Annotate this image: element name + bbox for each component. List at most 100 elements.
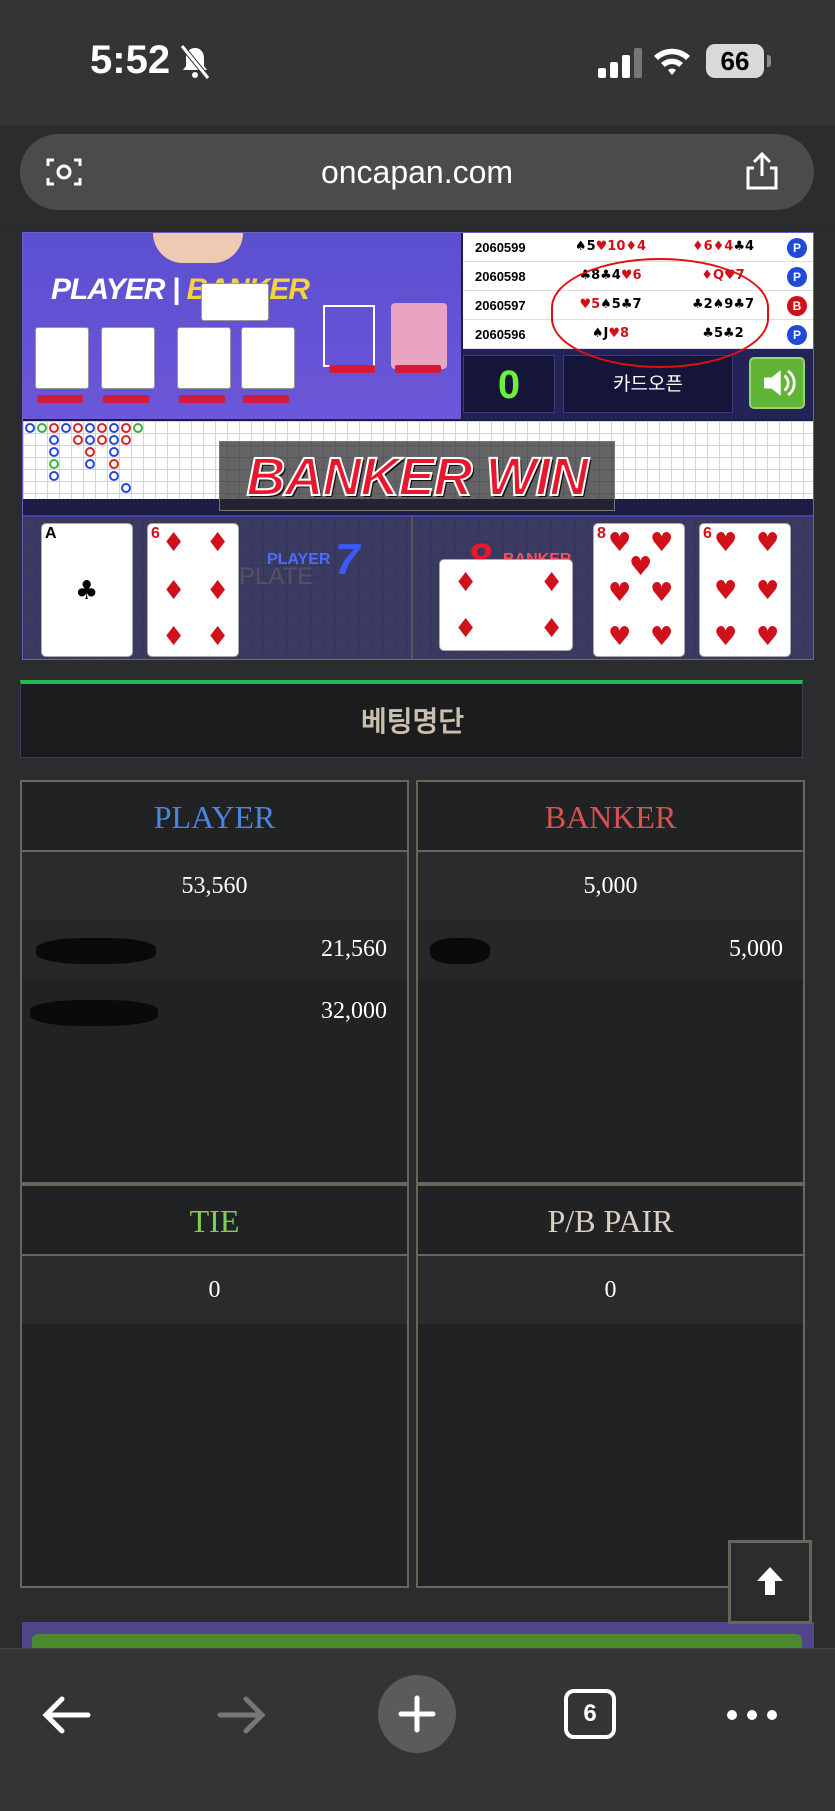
video-card <box>201 283 269 321</box>
tie-panel-title: TIE <box>22 1186 407 1256</box>
bet-amount: 32,000 <box>321 998 387 1024</box>
result-badge: P <box>787 267 807 287</box>
timer-counter: 0 <box>463 355 555 413</box>
footer-green-bar <box>32 1634 802 1648</box>
video-card <box>177 327 231 389</box>
video-card <box>241 327 295 389</box>
heart-icon: ♥ <box>756 576 780 606</box>
road-marker <box>37 423 47 433</box>
road-marker <box>97 435 107 445</box>
road-marker <box>61 423 71 433</box>
banker-hand: ♦6♦4♣4 <box>691 239 755 254</box>
player-hand: ♠5♥10♦4 <box>574 239 647 254</box>
heart-icon: ♥ <box>629 552 653 582</box>
result-badge: P <box>787 325 807 345</box>
tab-count-button[interactable]: 6 <box>564 1689 616 1739</box>
result-divider <box>411 517 413 659</box>
round-id: 2060598 <box>475 269 526 284</box>
road-marker <box>85 459 95 469</box>
diamond-icon: ♦ <box>540 614 564 644</box>
heart-icon: ♥ <box>756 528 780 558</box>
bet-amount: 21,560 <box>321 936 387 962</box>
banker-card-1: ♦ ♦ ♦ ♦ <box>439 559 573 651</box>
video-bar <box>179 395 225 403</box>
wifi-icon <box>654 48 690 75</box>
road-marker <box>49 447 59 457</box>
road-marker <box>49 423 59 433</box>
more-options-icon[interactable] <box>722 1685 782 1745</box>
heart-icon: ♥ <box>608 578 632 608</box>
address-bar[interactable]: oncapan.com <box>20 134 814 210</box>
banker-total: 5,000 <box>418 852 803 920</box>
road-marker <box>85 447 95 457</box>
pair-panel-title: P/B PAIR <box>418 1186 803 1256</box>
round-id: 2060599 <box>475 240 526 255</box>
heart-icon: ♥ <box>756 622 780 652</box>
video-card <box>35 327 89 389</box>
bet-amount: 5,000 <box>729 936 783 962</box>
url-text[interactable]: oncapan.com <box>20 134 814 210</box>
road-marker <box>109 447 119 457</box>
card-shoe <box>391 303 447 369</box>
dealer-hand <box>153 233 243 263</box>
betting-list-title: 베팅명단 <box>360 705 465 738</box>
battery-indicator: 66 <box>706 44 771 78</box>
speaker-icon[interactable] <box>749 357 805 409</box>
scroll-top-button[interactable] <box>728 1540 812 1624</box>
heart-icon: ♥ <box>650 578 674 608</box>
road-marker <box>121 423 131 433</box>
road-marker <box>121 435 131 445</box>
pair-total: 0 <box>418 1256 803 1324</box>
result-panel: PLATE A ♣ 6 ♦ ♦ ♦ ♦ ♦ ♦ PLAYER 7 8 BANKE… <box>23 515 813 659</box>
redacted-username <box>430 938 490 964</box>
history-row: 2060599 ♠5♥10♦4 ♦6♦4♣4 P <box>463 233 813 262</box>
plus-icon <box>398 1695 436 1733</box>
banker-card-2: 8 ♥ ♥ ♥ ♥ ♥ ♥ ♥ <box>593 523 685 657</box>
tie-total: 0 <box>22 1256 407 1324</box>
player-bets-panel: PLAYER 53,560 21,560 32,000 <box>20 780 409 1184</box>
road-marker <box>85 423 95 433</box>
road-marker <box>109 423 119 433</box>
status-bar: 5:52 66 <box>0 0 835 125</box>
banker-card-3: 6 ♥ ♥ ♥ ♥ ♥ ♥ <box>699 523 791 657</box>
share-icon[interactable] <box>742 150 782 192</box>
road-marker <box>73 435 83 445</box>
road-marker <box>49 471 59 481</box>
new-tab-button[interactable] <box>378 1675 456 1753</box>
video-bar <box>37 395 83 403</box>
redacted-username <box>36 938 156 964</box>
heart-icon: ♥ <box>714 622 738 652</box>
banker-win-banner: BANKER WIN <box>219 441 615 511</box>
redacted-username <box>30 1000 158 1026</box>
forward-arrow-icon[interactable] <box>212 1685 272 1745</box>
cellular-signal-icon <box>598 48 642 78</box>
baccarat-game-panel: PLAYER | BANKER 2060599 ♠5♥10♦4 ♦6♦4♣4 P… <box>22 232 814 660</box>
diamond-icon: ♦ <box>206 528 230 558</box>
road-marker <box>121 483 131 493</box>
video-card <box>101 327 155 389</box>
road-marker <box>109 471 119 481</box>
video-bar <box>103 395 149 403</box>
back-arrow-icon[interactable] <box>36 1685 96 1745</box>
road-marker <box>133 423 143 433</box>
player-score: 7 <box>335 535 360 584</box>
result-badge: B <box>787 296 807 316</box>
betting-list-header: 베팅명단 <box>20 680 803 758</box>
video-bar <box>243 395 289 403</box>
pair-bets-panel: P/B PAIR 0 <box>416 1184 805 1588</box>
banker-bets-panel: BANKER 5,000 5,000 <box>416 780 805 1184</box>
live-video-feed: PLAYER | BANKER <box>23 233 461 419</box>
card-rank: 8 <box>597 525 606 542</box>
road-marker <box>97 423 107 433</box>
clock: 5:52 <box>90 38 171 82</box>
arrow-up-icon <box>757 1567 783 1595</box>
player-card-2: 6 ♦ ♦ ♦ ♦ ♦ ♦ <box>147 523 239 657</box>
diamond-icon: ♦ <box>540 568 564 598</box>
road-marker <box>25 423 35 433</box>
diamond-icon: ♦ <box>206 576 230 606</box>
player-score-label: PLAYER <box>267 551 331 568</box>
video-table-title: PLAYER | BANKER <box>51 273 310 307</box>
card-rank: 6 <box>151 525 160 542</box>
player-total: 53,560 <box>22 852 407 920</box>
browser-bottom-bar: 6 <box>0 1648 835 1811</box>
